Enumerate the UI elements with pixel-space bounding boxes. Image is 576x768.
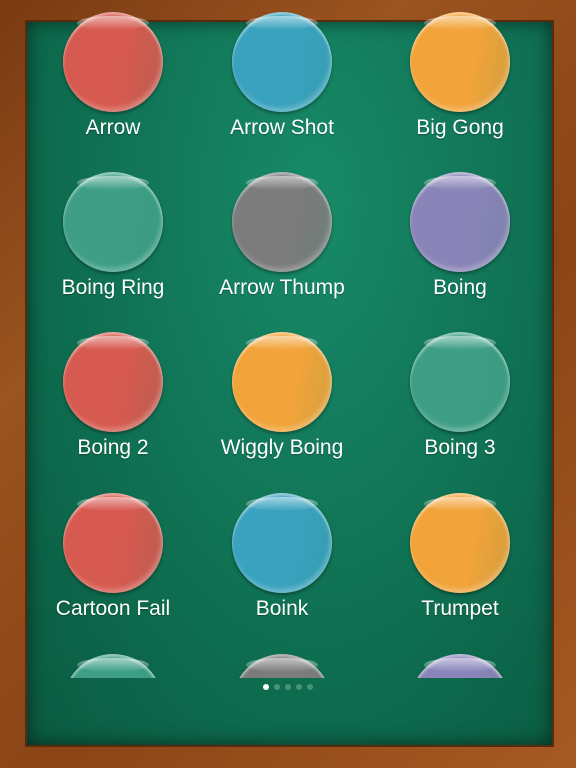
sound-label: Trumpet [421,597,499,620]
sound-button[interactable] [232,332,332,432]
sound-button-grid[interactable]: Arrow Arrow Shot Big Gong Boing Ring Arrow T… [27,0,552,678]
sound-cell [375,642,545,678]
sound-cell: Boing Ring [28,160,198,320]
sound-cell: Boing [375,160,545,320]
sound-cell [28,642,198,678]
sound-label: Big Gong [416,116,504,139]
page-dot[interactable] [285,684,291,690]
sound-button[interactable] [410,493,510,593]
sound-button[interactable] [410,12,510,112]
sound-cell: Cartoon Fail [28,481,198,641]
sound-button[interactable] [63,12,163,112]
sound-cell: Arrow Shot [197,0,367,160]
sound-cell: Boink [197,481,367,641]
sound-button[interactable] [63,332,163,432]
sound-label: Boing [433,276,487,299]
sound-cell: Arrow Thump [197,160,367,320]
sound-button[interactable] [63,172,163,272]
sound-button[interactable] [232,172,332,272]
page-dot[interactable] [296,684,302,690]
sound-cell: Boing 2 [28,320,198,480]
page-dot[interactable] [307,684,313,690]
sound-button[interactable] [232,12,332,112]
page-control[interactable] [0,684,576,690]
sound-button[interactable] [410,332,510,432]
sound-cell: Wiggly Boing [197,320,367,480]
sound-button[interactable] [232,654,332,678]
sound-button[interactable] [63,493,163,593]
sound-cell: Big Gong [375,0,545,160]
sound-cell: Trumpet [375,481,545,641]
sound-button[interactable] [410,172,510,272]
sound-button[interactable] [410,654,510,678]
sound-cell: Boing 3 [375,320,545,480]
sound-label: Boing 3 [424,436,496,459]
sound-button[interactable] [232,493,332,593]
sound-button[interactable] [63,654,163,678]
sound-cell: Arrow [28,0,198,160]
sound-cell [197,642,367,678]
page-dot[interactable] [274,684,280,690]
page-dot[interactable] [263,684,269,690]
